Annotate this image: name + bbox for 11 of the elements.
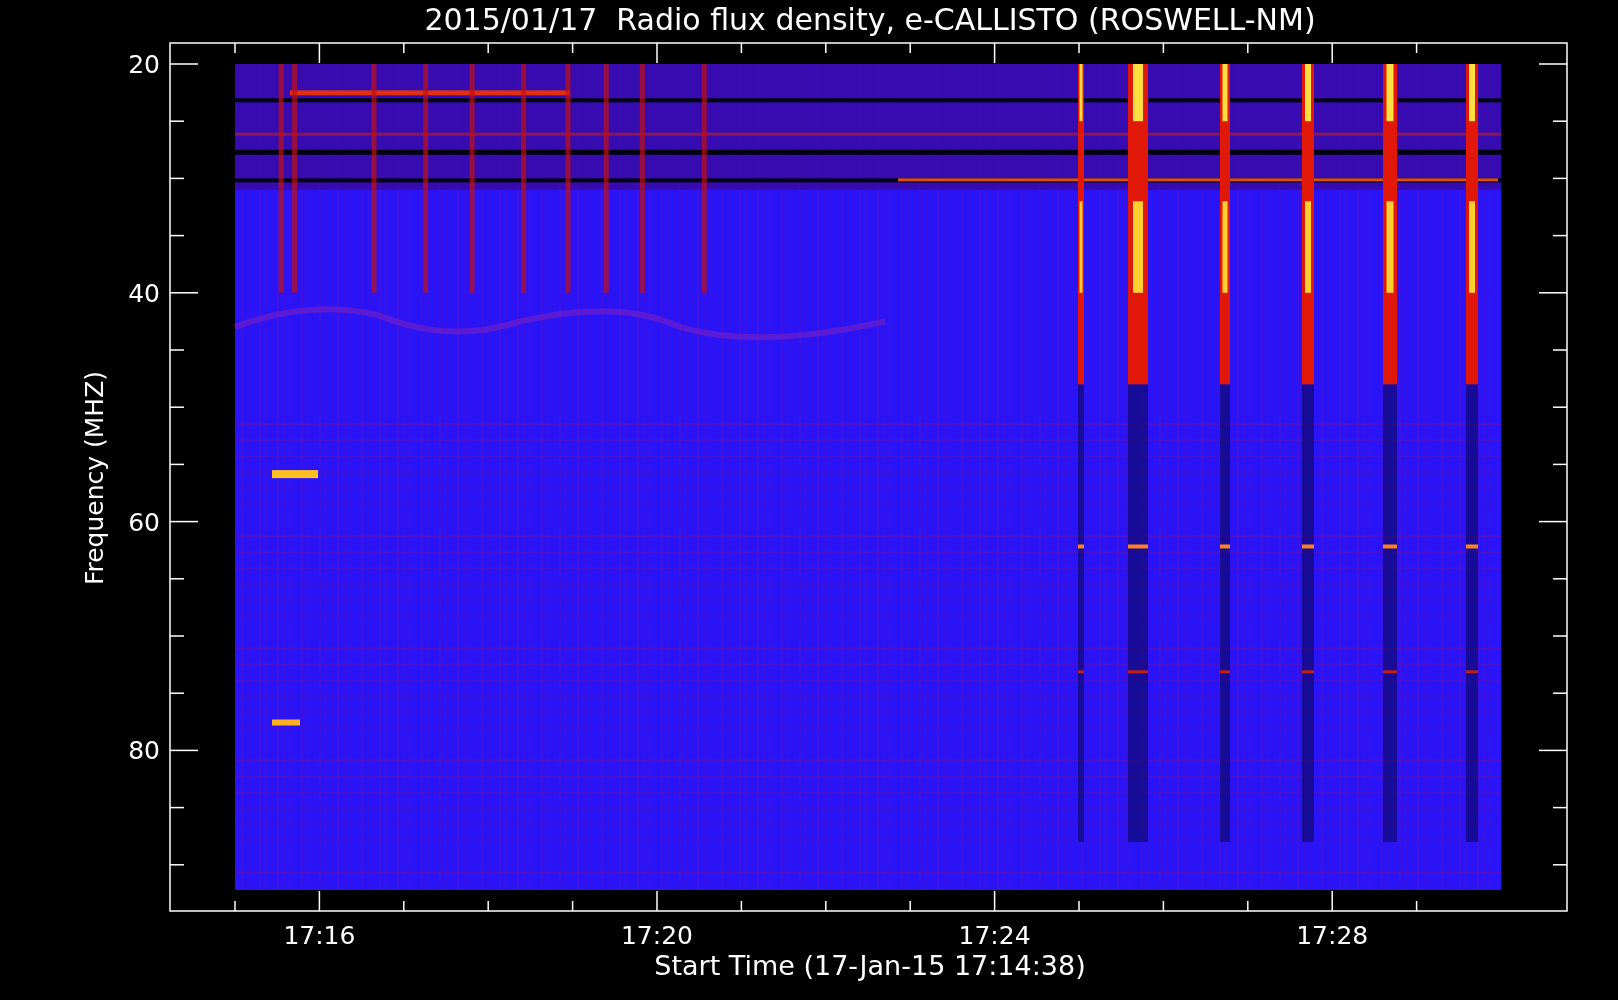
tick-label: 60 bbox=[128, 507, 160, 537]
tick-label: 20 bbox=[128, 50, 160, 79]
tick-label: 40 bbox=[128, 278, 160, 308]
axis-label: Start Time (17-Jan-15 17:14:38) bbox=[654, 950, 1086, 981]
axis-label: Frequency (MHZ) bbox=[80, 370, 109, 586]
chart-title: 2015/01/17 Radio flux density, e-CALLISTO (ROSWELL-NM) bbox=[424, 2, 1316, 37]
tick-label: 80 bbox=[128, 736, 160, 766]
tick-label: 17:16 bbox=[283, 921, 356, 950]
tick-label: 17:20 bbox=[621, 921, 693, 950]
tick-label: 17:28 bbox=[1296, 921, 1369, 950]
tick-label: 17:24 bbox=[958, 921, 1031, 950]
